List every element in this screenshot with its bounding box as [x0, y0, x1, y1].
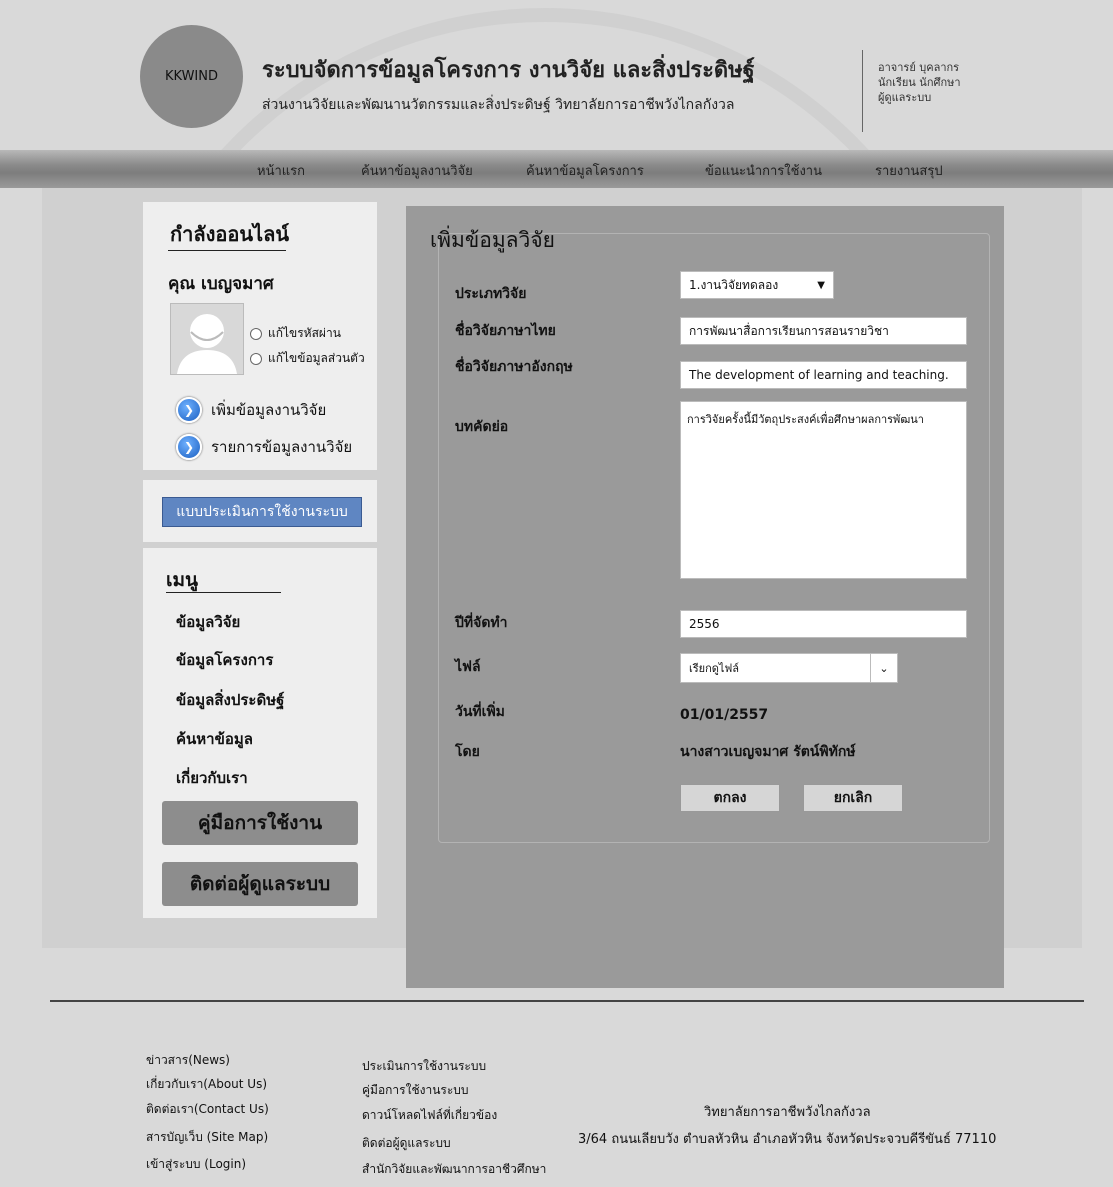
arrow-right-icon: ❯ — [176, 434, 202, 460]
menu-item-about[interactable]: เกี่ยวกับเรา — [176, 766, 248, 790]
footer-link-contact[interactable]: ติดต่อเรา(Contact Us) — [146, 1100, 269, 1119]
name-th-input[interactable]: การพัฒนาสื่อการเรียนการสอนรายวิชา — [680, 317, 967, 345]
edit-profile-option[interactable]: แก้ไขข้อมูลส่วนตัว — [250, 349, 365, 368]
user-roles: อาจารย์ บุคลากร นักเรียน นักศึกษา ผู้ดูแ… — [878, 60, 961, 105]
research-type-select[interactable]: 1.งานวิจัยทดลอง ▼ — [680, 271, 834, 299]
change-password-option[interactable]: แก้ไขรหัสผ่าน — [250, 324, 341, 343]
site-logo[interactable]: KKWIND — [140, 25, 243, 128]
date-added-value: 01/01/2557 — [680, 707, 769, 723]
submit-button[interactable]: ตกลง — [680, 784, 780, 812]
footer-link-downloads[interactable]: ดาวน์โหลดไฟล์ที่เกี่ยวข้อง — [362, 1106, 497, 1125]
menu-item-search[interactable]: ค้นหาข้อมูล — [176, 727, 253, 751]
abstract-label: บทคัดย่อ — [455, 419, 509, 435]
nav-home[interactable]: หน้าแรก — [257, 160, 305, 181]
role-admin[interactable]: ผู้ดูแลระบบ — [878, 90, 961, 105]
footer-link-contact-admin[interactable]: ติดต่อผู้ดูแลระบบ — [362, 1134, 451, 1153]
online-title-underline — [168, 250, 286, 251]
site-title: ระบบจัดการข้อมูลโครงการ งานวิจัย และสิ่ง… — [262, 58, 755, 83]
manual-button[interactable]: คู่มือการใช้งาน — [162, 801, 358, 845]
name-th-label: ชื่อวิจัยภาษาไทย — [455, 323, 556, 339]
by-label: โดย — [455, 744, 480, 760]
menu-title: เมนู — [166, 569, 199, 591]
footer-link-sitemap[interactable]: สารบัญเว็บ (Site Map) — [146, 1128, 268, 1147]
footer-link-evaluation[interactable]: ประเมินการใช้งานระบบ — [362, 1057, 486, 1076]
chevron-down-icon[interactable]: ⌄ — [870, 654, 897, 682]
role-student[interactable]: นักเรียน นักศึกษา — [878, 75, 961, 90]
menu-title-underline — [166, 592, 281, 593]
abstract-textarea[interactable]: การวิจัยครั้งนี้มีวัตถุประสงค์เพื่อศึกษา… — [680, 401, 967, 579]
menu-item-invention[interactable]: ข้อมูลสิ่งประดิษฐ์ — [176, 688, 284, 712]
nav-search-research[interactable]: ค้นหาข้อมูลงานวิจัย — [361, 160, 473, 181]
arrow-right-icon: ❯ — [176, 397, 202, 423]
author-value: นางสาวเบญจมาศ รัตน์พิทักษ์ — [680, 744, 856, 760]
footer-divider — [50, 1000, 1084, 1002]
file-label: ไฟล์ — [455, 659, 481, 675]
research-list-link[interactable]: ❯ รายการข้อมูลงานวิจัย — [176, 434, 352, 460]
year-label: ปีที่จัดทำ — [455, 615, 508, 631]
research-list-label: รายการข้อมูลงานวิจัย — [211, 438, 353, 456]
form-title: เพิ่มข้อมูลวิจัย — [430, 228, 555, 252]
footer-link-manual[interactable]: คู่มือการใช้งานระบบ — [362, 1081, 469, 1100]
nav-guide[interactable]: ข้อแนะนำการใช้งาน — [705, 160, 822, 181]
header-divider — [862, 50, 863, 132]
cancel-button[interactable]: ยกเลิก — [803, 784, 903, 812]
name-en-input[interactable]: The development of learning and teaching… — [680, 361, 967, 389]
footer-link-login[interactable]: เข้าสู่ระบบ (Login) — [146, 1155, 246, 1174]
dropdown-arrow-icon: ▼ — [817, 279, 825, 291]
file-select-value: เรียกดูไฟล์ — [689, 662, 739, 675]
main-nav: หน้าแรก ค้นหาข้อมูลงานวิจัย ค้นหาข้อมูลโ… — [0, 150, 1113, 188]
avatar-icon — [177, 314, 237, 374]
footer-link-news[interactable]: ข่าวสาร(News) — [146, 1051, 230, 1070]
add-research-link[interactable]: ❯ เพิ่มข้อมูลงานวิจัย — [176, 397, 326, 423]
user-name: คุณ เบญจมาศ — [168, 274, 274, 294]
footer-link-about[interactable]: เกี่ยวกับเรา(About Us) — [146, 1075, 267, 1094]
radio-icon[interactable] — [250, 352, 262, 365]
type-label: ประเภทวิจัย — [455, 286, 527, 302]
role-teacher[interactable]: อาจารย์ บุคลากร — [878, 60, 961, 75]
online-title: กำลังออนไลน์ — [170, 222, 290, 246]
edit-profile-label: แก้ไขข้อมูลส่วนตัว — [268, 351, 365, 365]
footer-link-office[interactable]: สำนักวิจัยและพัฒนาการอาชีวศึกษา — [362, 1160, 546, 1179]
menu-item-project[interactable]: ข้อมูลโครงการ — [176, 648, 273, 672]
research-type-value: 1.งานวิจัยทดลอง — [689, 277, 779, 292]
nav-search-project[interactable]: ค้นหาข้อมูลโครงการ — [526, 160, 644, 181]
file-select[interactable]: เรียกดูไฟล์ ⌄ — [680, 653, 898, 683]
footer-address: 3/64 ถนนเลียบวัง ตำบลหัวหิน อำเภอหัวหิน … — [578, 1132, 997, 1147]
year-input[interactable]: 2556 — [680, 610, 967, 638]
date-added-label: วันที่เพิ่ม — [455, 704, 505, 720]
radio-icon[interactable] — [250, 327, 262, 340]
footer-org-name: วิทยาลัยการอาชีพวังไกลกังวล — [704, 1105, 871, 1120]
change-password-label: แก้ไขรหัสผ่าน — [268, 326, 341, 340]
site-subtitle: ส่วนงานวิจัยและพัฒนานวัตกรรมและสิ่งประดิ… — [262, 97, 735, 113]
add-research-label: เพิ่มข้อมูลงานวิจัย — [211, 401, 327, 419]
nav-report[interactable]: รายงานสรุป — [875, 160, 943, 181]
evaluation-button[interactable]: แบบประเมินการใช้งานระบบ — [162, 497, 362, 527]
name-en-label: ชื่อวิจัยภาษาอังกฤษ — [455, 359, 573, 375]
avatar — [170, 303, 244, 375]
contact-admin-button[interactable]: ติดต่อผู้ดูแลระบบ — [162, 862, 358, 906]
menu-item-research[interactable]: ข้อมูลวิจัย — [176, 610, 240, 634]
